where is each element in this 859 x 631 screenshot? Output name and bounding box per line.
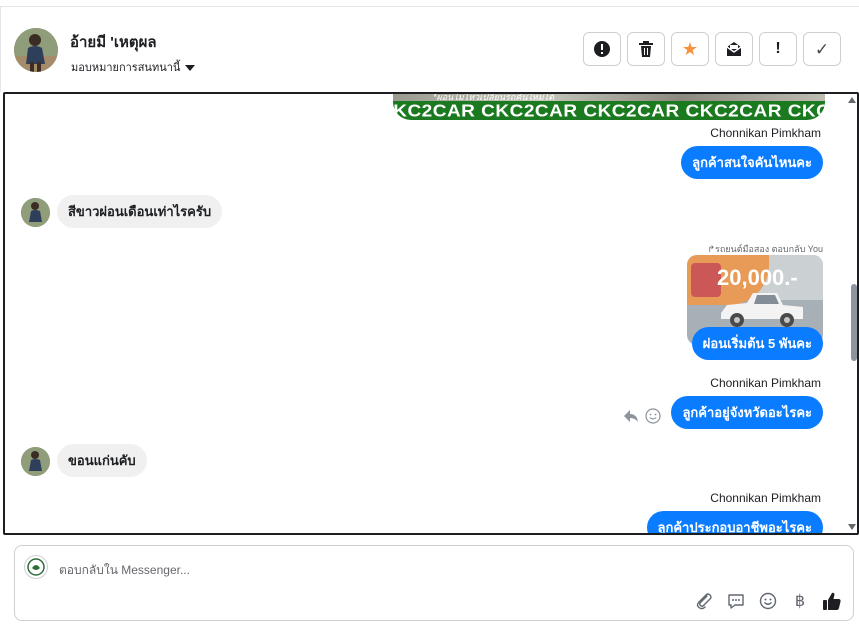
like-button[interactable] [821, 590, 843, 612]
contact-name: อ้ายมี 'เหตุผล [70, 34, 157, 51]
message-sender: Chonnikan Pimkham [710, 376, 821, 390]
react-emoji-icon[interactable] [645, 408, 661, 424]
inbox-conversation-view: อ้ายมี 'เหตุผล มอบหมายการสนทนานี้ ★ ! ✓ … [0, 0, 859, 631]
check-icon: ✓ [814, 39, 830, 59]
exclamation-icon: ! [775, 40, 781, 57]
message-thread[interactable]: *ผ่อนไม่ไหวเปลี่ยนรถคันใหม่ได้ CKC2CAR C… [3, 92, 859, 535]
pickup-truck-image [721, 293, 803, 327]
star-icon: ★ [681, 39, 699, 59]
scroll-up-arrow[interactable] [848, 97, 856, 103]
alert-circle-icon [594, 41, 610, 57]
emoji-button[interactable] [757, 590, 779, 612]
page-avatar [24, 555, 48, 579]
contact-avatar-small [21, 198, 50, 227]
trash-icon [639, 41, 653, 57]
message-composer: ฿ [14, 545, 854, 621]
caret-down-icon [185, 65, 196, 72]
contact-avatar[interactable] [14, 28, 58, 72]
scrollbar-thumb[interactable] [851, 284, 857, 361]
incoming-message[interactable]: ขอนแก่นคับ [57, 444, 147, 477]
message-sender: Chonnikan Pimkham [710, 126, 821, 140]
mark-unread-button[interactable] [715, 32, 753, 66]
reply-input[interactable] [59, 561, 659, 579]
outgoing-message[interactable]: ผ่อนเริ่มต้น 5 พันคะ [691, 327, 823, 360]
payment-button[interactable]: ฿ [789, 590, 811, 612]
message-sender: Chonnikan Pimkham [710, 491, 821, 505]
outgoing-message[interactable]: ลูกค้าประกอบอาชีพอะไรคะ [646, 511, 823, 533]
message-actions [623, 408, 661, 424]
star-button[interactable]: ★ [671, 32, 709, 66]
outgoing-message[interactable]: ลูกค้าอยู่จังหวัดอะไรคะ [671, 396, 823, 429]
assign-conversation-dropdown[interactable]: มอบหมายการสนทนานี้ [71, 58, 196, 76]
envelope-icon [726, 42, 742, 56]
reply-note-text: รถยนต์มือสอง ตอบกลับ You [714, 244, 823, 254]
conversation-header: อ้ายมี 'เหตุผล มอบหมายการสนทนานี้ ★ ! ✓ [0, 7, 859, 92]
saved-reply-icon [728, 594, 744, 609]
reply-indicator: ↱รถยนต์มือสอง ตอบกลับ You [707, 242, 823, 256]
outgoing-message[interactable]: ลูกค้าสนใจคันไหนคะ [681, 146, 823, 179]
banner-brand-text: CKC2CAR CKC2CAR CKC2CAR CKC2CAR CKC2CAR … [393, 102, 825, 120]
scroll-down-arrow[interactable] [848, 524, 856, 530]
saved-replies-button[interactable] [725, 590, 747, 612]
attach-button[interactable] [693, 590, 715, 612]
header-actions: ★ ! ✓ [583, 32, 841, 66]
important-button[interactable]: ! [759, 32, 797, 66]
spam-button[interactable] [583, 32, 621, 66]
contact-avatar-small [21, 447, 50, 476]
shared-image-banner[interactable]: *ผ่อนไม่ไหวเปลี่ยนรถคันใหม่ได้ CKC2CAR C… [393, 94, 825, 120]
baht-icon: ฿ [794, 593, 806, 610]
assign-label: มอบหมายการสนทนานี้ [71, 62, 181, 74]
emoji-icon [759, 592, 777, 610]
reply-arrow-icon: ↱ [707, 244, 715, 254]
incoming-message[interactable]: สีขาวผ่อนเดือนเท่าไรครับ [57, 195, 223, 228]
composer-tools: ฿ [693, 590, 843, 612]
delete-button[interactable] [627, 32, 665, 66]
reply-icon[interactable] [623, 409, 639, 423]
paperclip-icon [696, 593, 712, 610]
done-button[interactable]: ✓ [803, 32, 841, 66]
thumbs-up-icon [823, 592, 841, 610]
